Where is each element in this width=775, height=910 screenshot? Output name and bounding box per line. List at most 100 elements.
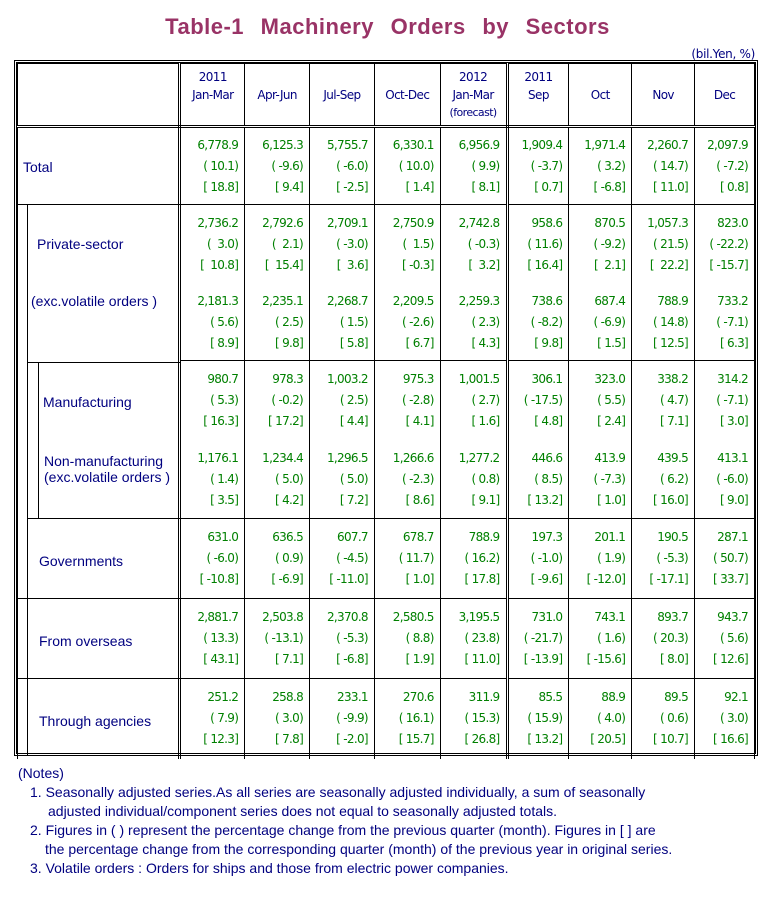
data-cell: 1,909.4 ( -3.7) [ 0.7] bbox=[506, 126, 570, 205]
value: 870.5 bbox=[594, 216, 626, 231]
data-cell: 6,778.9 ( 10.1) [ 18.8] bbox=[179, 126, 246, 205]
qoq-change: ( -1.0) bbox=[530, 551, 563, 565]
value: 2,259.3 bbox=[458, 293, 501, 308]
table-row: 6,778.9 ( 10.1) [ 18.8] 6,125.3 ( -9.6) [ 9.4… bbox=[16, 126, 755, 205]
qoq-change: ( 2.1) bbox=[271, 237, 304, 252]
data-cell: 92.1 ( 3.0) [ 16.6] bbox=[694, 678, 755, 759]
column-header-line3: (forecast) bbox=[449, 105, 498, 119]
qoq-change: ( 21.5) bbox=[653, 237, 689, 252]
data-cell: 1,003.2 ( 2.5) [ 4.4] bbox=[309, 360, 375, 441]
row-label: Non-manufacturing (exc.volatile orders ) bbox=[44, 453, 170, 485]
data-cell: 1,296.5 ( 5.0) [ 7.2] bbox=[309, 440, 375, 519]
yoy-change: [ 33.7] bbox=[713, 572, 749, 586]
column-header: 2011 Jan-Mar bbox=[179, 63, 246, 128]
value: 738.6 bbox=[531, 293, 564, 308]
qoq-change: ( 14.8) bbox=[653, 314, 689, 329]
qoq-change: ( -0.2) bbox=[271, 393, 304, 408]
row-label-text: Governments bbox=[39, 553, 124, 569]
value: 1,971.4 bbox=[584, 137, 626, 152]
column-header-line2: Jul-Sep bbox=[323, 87, 361, 102]
yoy-change: [ 4.3] bbox=[471, 335, 500, 350]
yoy-change: [ 7.1] bbox=[659, 414, 689, 429]
value: 323.0 bbox=[594, 372, 626, 387]
column-header-line3 bbox=[509, 104, 569, 122]
column-header: Oct bbox=[568, 63, 633, 128]
column-header-line2: Sep bbox=[528, 87, 549, 102]
yoy-change: [ 16.0] bbox=[653, 492, 689, 507]
value: 2,709.1 bbox=[326, 216, 369, 231]
row-label-text: Private-sector bbox=[37, 236, 124, 252]
data-cell: 2,736.2 ( 3.0) [ 10.8] bbox=[179, 204, 246, 285]
data-cell: 306.1 ( -17.5) [ 4.8] bbox=[506, 360, 570, 441]
column-header: 2011 Sep bbox=[506, 63, 570, 128]
yoy-change: [ 1.5] bbox=[597, 335, 626, 350]
value: 1,176.1 bbox=[197, 450, 239, 465]
data-cell: 788.9 ( 14.8) [ 12.5] bbox=[631, 284, 696, 361]
yoy-change: [ 11.0] bbox=[653, 179, 689, 194]
qoq-change: ( 2.5) bbox=[274, 314, 304, 329]
value: 1,057.3 bbox=[647, 216, 689, 231]
value: 287.1 bbox=[717, 530, 749, 544]
data-cell: 893.7 ( 20.3) [ 8.0] bbox=[631, 598, 696, 679]
qoq-change: ( -17.5) bbox=[523, 393, 563, 408]
yoy-change: [ 0.8] bbox=[719, 179, 749, 194]
yoy-change: [ 4.8] bbox=[534, 414, 563, 429]
data-cell: 6,330.1 ( 10.0) [ 1.4] bbox=[373, 126, 441, 205]
data-cell: 2,097.9 ( -7.2) [ 0.8] bbox=[694, 126, 755, 205]
qoq-change: ( 1.9) bbox=[597, 551, 626, 565]
value: 980.7 bbox=[207, 372, 239, 387]
column-header-line3 bbox=[569, 104, 631, 122]
note-2: 2. Figures in ( ) represent the percenta… bbox=[30, 822, 656, 838]
yoy-change: [ 9.1] bbox=[471, 492, 500, 507]
qoq-change: ( -22.2) bbox=[709, 237, 748, 252]
qoq-change: ( 5.0) bbox=[274, 471, 304, 486]
yoy-change: [ 17.8] bbox=[464, 572, 501, 586]
qoq-change: ( 5.3) bbox=[210, 393, 239, 408]
column-header: Oct-Dec bbox=[373, 63, 441, 128]
yoy-change: [ 7.2] bbox=[339, 492, 369, 507]
column-header-line1 bbox=[695, 68, 754, 86]
data-cell: 446.6 ( 8.5) [ 13.2] bbox=[506, 440, 570, 519]
column-header: Dec bbox=[694, 63, 755, 128]
qoq-change: ( 14.7) bbox=[653, 158, 689, 173]
qoq-change: ( -0.3) bbox=[467, 237, 500, 252]
qoq-change: ( -9.9) bbox=[336, 711, 368, 726]
note-1: 1. Seasonally adjusted series.As all ser… bbox=[30, 784, 646, 800]
yoy-change: [ -0.3] bbox=[401, 258, 434, 273]
yoy-change: [ 13.2] bbox=[527, 492, 563, 507]
data-cell: 2,792.6 ( 2.1) [ 15.4] bbox=[244, 204, 311, 285]
data-cell: 958.6 ( 11.6) [ 16.4] bbox=[506, 204, 570, 285]
yoy-change: [ -15.6] bbox=[586, 652, 626, 666]
table-title: Table-1 Machinery Orders by Sectors bbox=[165, 14, 610, 39]
data-cell: 5,755.7 ( -6.0) [ -2.5] bbox=[309, 126, 375, 205]
data-cell: 870.5 ( -9.2) [ 2.1] bbox=[568, 204, 633, 285]
data-cell: 258.8 ( 3.0) [ 7.8] bbox=[244, 678, 311, 759]
notes-section: (Notes) 1. Seasonally adjusted series.As… bbox=[18, 764, 672, 878]
qoq-change: ( -4.5) bbox=[336, 551, 368, 565]
yoy-change: [ 5.8] bbox=[339, 335, 369, 350]
yoy-change: [ 9.8] bbox=[534, 335, 563, 350]
data-cell: 738.6 ( -8.2) [ 9.8] bbox=[506, 284, 570, 361]
note-3: 3. Volatile orders : Orders for ships an… bbox=[30, 860, 509, 876]
data-cell: 1,001.5 ( 2.7) [ 1.6] bbox=[439, 360, 509, 441]
header-corner bbox=[16, 63, 182, 128]
value: 1,003.2 bbox=[326, 372, 369, 387]
yoy-change: [ 9.0] bbox=[719, 492, 749, 507]
value: 943.7 bbox=[717, 610, 749, 624]
value: 2,750.9 bbox=[392, 216, 435, 231]
data-cell: 687.4 ( -6.9) [ 1.5] bbox=[568, 284, 633, 361]
value: 258.8 bbox=[272, 690, 304, 705]
column-header-line2: Apr-Jun bbox=[257, 87, 297, 102]
value: 631.0 bbox=[207, 530, 239, 544]
qoq-change: ( -2.8) bbox=[401, 393, 434, 408]
qoq-change: ( -7.2) bbox=[716, 158, 748, 173]
value: 306.1 bbox=[531, 372, 564, 387]
data-cell: 270.6 ( 16.1) [ 15.7] bbox=[373, 678, 441, 759]
yoy-change: [ 3.0] bbox=[719, 414, 749, 429]
note-1-cont: adjusted individual/component series doe… bbox=[48, 803, 557, 819]
qoq-change: ( -6.0) bbox=[336, 158, 368, 173]
column-header-line2: Jan-Mar bbox=[452, 87, 494, 102]
data-cell: 1,057.3 ( 21.5) [ 22.2] bbox=[631, 204, 696, 285]
qoq-change: ( 9.9) bbox=[471, 158, 500, 173]
yoy-change: [ 18.8] bbox=[203, 179, 239, 194]
